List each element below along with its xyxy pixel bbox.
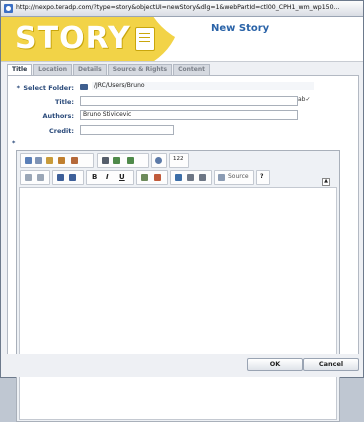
redo-icon[interactable] [37, 174, 44, 181]
editor-toolbar-row-2: B I U Source ? [17, 170, 339, 185]
authors-label: Authors: [42, 112, 74, 120]
tab-content[interactable]: Content [173, 64, 210, 75]
settings-group [151, 153, 167, 168]
italic-button[interactable]: I [106, 173, 109, 181]
tab-details[interactable]: Details [73, 64, 107, 75]
rich-text-editor: 122 B I U Source ? [16, 150, 340, 422]
undo-redo-group [20, 170, 50, 185]
select-folder-label: Select Folder: [23, 84, 74, 92]
title-input[interactable] [80, 96, 298, 106]
title-bar: http://nexpo.teradp.com/?type=story&obje… [1, 1, 363, 17]
browser-icon [4, 4, 13, 13]
story-banner: STORY New Story [1, 17, 363, 62]
help-group: ? [256, 170, 270, 185]
credit-input[interactable] [80, 125, 174, 135]
undo-icon[interactable] [25, 174, 32, 181]
content-required-marker: * [12, 139, 16, 147]
window-url: http://nexpo.teradp.com/?type=story&obje… [16, 4, 340, 11]
paste-word-icon[interactable] [71, 157, 78, 164]
find-icon[interactable] [57, 174, 64, 181]
tab-source-rights[interactable]: Source & Rights [107, 64, 173, 75]
tab-strip: Title Location Details Source & Rights C… [7, 64, 211, 76]
title-panel: * Select Folder: /JRC/Users/Bruno Title:… [7, 75, 359, 422]
credit-label: Credit: [49, 127, 74, 135]
tab-location[interactable]: Location [33, 64, 73, 75]
table-group [136, 170, 168, 185]
zoom-group: 122 [169, 153, 189, 168]
clipboard-group [20, 153, 94, 168]
source-group: Source [214, 170, 254, 185]
editor-toolbar-row-1: 122 [17, 153, 339, 168]
replace-icon[interactable] [69, 174, 76, 181]
print-icon[interactable] [102, 157, 109, 164]
find-group [52, 170, 84, 185]
notepad-icon [135, 27, 155, 51]
folder-path: /JRC/Users/Bruno [92, 82, 314, 90]
spellcheck-dropdown-icon[interactable] [127, 157, 134, 164]
image-icon[interactable] [187, 174, 194, 181]
source-button[interactable]: Source [228, 173, 249, 180]
toolbar-collapse-button[interactable]: ▲ [322, 178, 330, 186]
special-char-icon[interactable] [154, 174, 161, 181]
media-group [170, 170, 212, 185]
anchor-icon[interactable] [199, 174, 206, 181]
spellcheck-icon[interactable]: ab✓ [298, 96, 311, 103]
spellcheck-toolbar-icon[interactable] [113, 157, 120, 164]
source-icon[interactable] [218, 174, 225, 181]
print-spell-group [97, 153, 149, 168]
folder-icon[interactable] [80, 84, 88, 90]
underline-button[interactable]: U [119, 173, 125, 181]
paste-text-icon[interactable] [58, 157, 65, 164]
help-button[interactable]: ? [260, 173, 263, 180]
cut-icon[interactable] [25, 157, 32, 164]
title-label: Title: [54, 98, 74, 106]
page-title: New Story [211, 23, 270, 34]
ok-button[interactable]: OK [247, 358, 303, 371]
editor-content-area[interactable] [19, 187, 337, 420]
authors-input[interactable]: Bruno Stivicevic [80, 110, 298, 120]
flash-icon[interactable] [175, 174, 182, 181]
bold-button[interactable]: B [92, 173, 97, 181]
cancel-button[interactable]: Cancel [303, 358, 359, 371]
story-logo: STORY [15, 21, 131, 56]
paste-icon[interactable] [46, 157, 53, 164]
dialog-footer: OK Cancel [1, 354, 363, 377]
copy-icon[interactable] [35, 157, 42, 164]
table-icon[interactable] [141, 174, 148, 181]
format-group: B I U [86, 170, 134, 185]
gear-icon[interactable] [155, 157, 162, 164]
zoom-level[interactable]: 122 [173, 156, 184, 162]
dialog-window: http://nexpo.teradp.com/?type=story&obje… [0, 0, 364, 422]
